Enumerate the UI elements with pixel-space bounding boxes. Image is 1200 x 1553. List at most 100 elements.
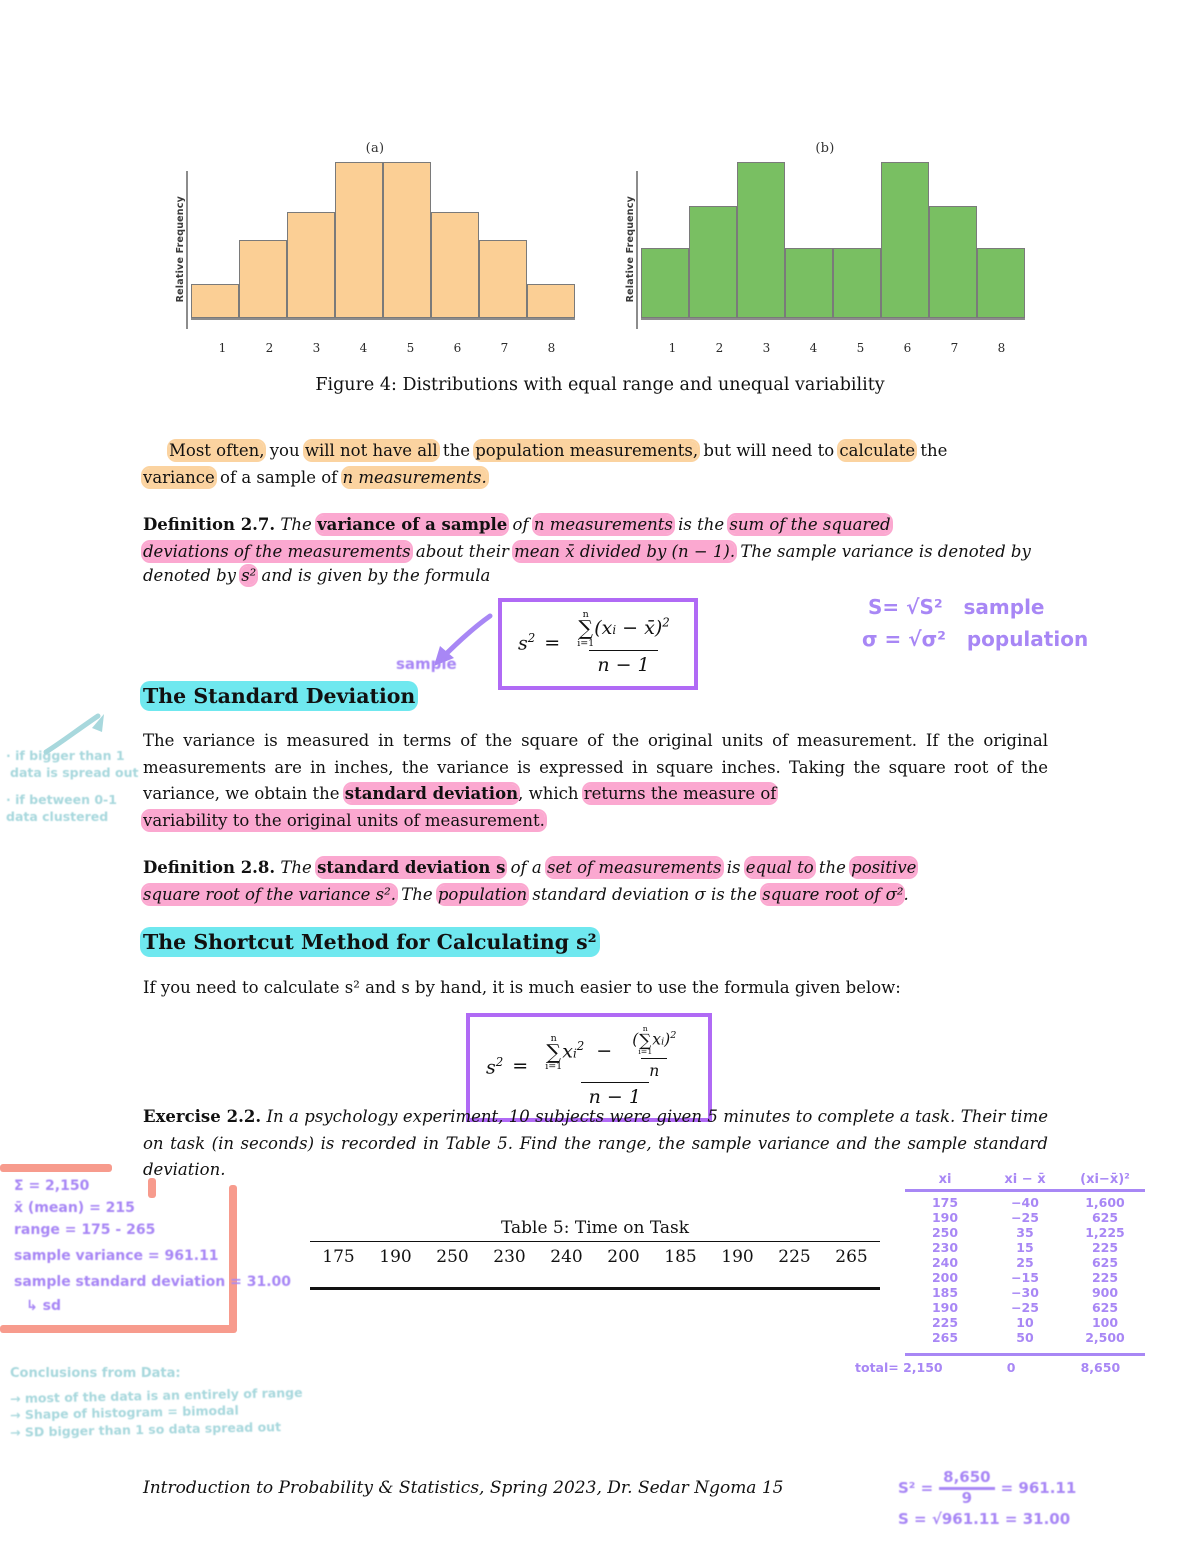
ht-r2-c2: −25 — [1011, 1210, 1039, 1225]
bar-a-7 — [479, 240, 527, 318]
table-row: 185 −30 900 — [905, 1285, 1145, 1300]
exercise-tag: Exercise 2.2. — [143, 1107, 262, 1126]
table-5-cell-3: 250 — [436, 1247, 469, 1267]
hl-square-root-variance: square root of the variance s². — [143, 884, 396, 904]
def-2-8-tag: Definition 2.8. — [143, 858, 276, 877]
formula1-fraction: n ∑ i=1 (xi − x̄)2 n − 1 — [569, 610, 678, 676]
table-row: 240 25 625 — [905, 1255, 1145, 1270]
histogram-a-ylabel: Relative Frequency — [175, 196, 186, 303]
ht-r2-c3: 625 — [1091, 1210, 1119, 1225]
hand-work-sample-variance: sample variance = 961.11 — [14, 1248, 219, 1264]
bar-a-5 — [383, 162, 431, 318]
hl-mean-divided-by: mean x̄ divided by (n − 1). — [514, 541, 736, 561]
hand-final-sd-calc: S = √961.11 = 31.00 — [898, 1510, 1071, 1528]
def-2-8-t1: The — [280, 858, 318, 877]
ht-total-dev: 0 — [1006, 1360, 1016, 1375]
table-row: 190 −25 625 — [905, 1210, 1145, 1225]
table-row: 265 50 2,500 — [905, 1330, 1145, 1345]
xtick-b-7: 7 — [950, 341, 959, 355]
bar-b-4 — [785, 247, 833, 318]
histogram-a: (a) Relative Frequency 1 2 3 4 5 6 7 8 — [175, 141, 575, 355]
hand-note-sample-sd: S= √S² sample — [868, 595, 1045, 619]
hand-final-num: 8,650 — [943, 1468, 991, 1486]
histogram-a-axis-line — [186, 170, 188, 329]
hl-most-often: Most often, — [169, 441, 265, 460]
ht-total-label: total= 2,150 — [855, 1360, 943, 1375]
section-standard-deviation: The Standard Deviation — [143, 684, 1048, 708]
ht-r3-c3: 1,225 — [1085, 1225, 1125, 1240]
xtick-b-4: 4 — [809, 341, 818, 355]
hl-population-measurements: population measurements, — [475, 441, 699, 460]
histogram-b-axis-line — [636, 170, 638, 329]
xtick-a-3: 3 — [312, 341, 321, 355]
hl-deviations-of-measurements: deviations of the measurements — [143, 541, 411, 561]
hand-calculation-table: xi xi − x̄ (xi−x̄)² 175 −40 1,600 190 −2… — [855, 1172, 1145, 1375]
hl-n-measurements: n measurements. — [342, 467, 487, 487]
table-5-cell-10: 265 — [835, 1247, 868, 1267]
hand-table-rule-bottom — [905, 1353, 1145, 1356]
hand-work-sum: Σ = 2,150 — [14, 1178, 90, 1194]
def-2-7-denoted: denoted by — [143, 566, 242, 586]
ht-r9-c2: 10 — [1016, 1315, 1034, 1330]
definition-2-7: Definition 2.7. The variance of a sample… — [143, 512, 1048, 590]
ht-r10-c1: 265 — [931, 1330, 959, 1345]
xtick-b-2: 2 — [715, 341, 724, 355]
ht-r10-c2: 50 — [1016, 1330, 1034, 1345]
histogram-b-xticks: 1 2 3 4 5 6 7 8 — [625, 341, 1025, 355]
table-row: 175 −40 1,600 — [905, 1195, 1145, 1210]
ht-r8-c2: −25 — [1011, 1300, 1039, 1315]
histogram-b-yaxis: Relative Frequency — [625, 162, 641, 337]
hl-s-squared: s² — [241, 566, 257, 586]
ht-r6-c1: 200 — [931, 1270, 959, 1285]
table-5-cell-2: 190 — [379, 1247, 412, 1267]
hand-work-sample-sd: sample standard deviation = 31.00 — [14, 1274, 291, 1290]
def-2-7-t8: about their — [410, 541, 515, 561]
formula2-fraction: n ∑ i=1 xi2 − (n ∑ i=1 xi)2 n n − 1 — [537, 1024, 692, 1107]
red-bracket-tick — [148, 1178, 156, 1198]
hand-margin-note-line3: · if between 0-1 — [6, 792, 117, 807]
ht-r7-c2: −30 — [1011, 1285, 1039, 1300]
formula2-lhs: s2 — [486, 1054, 504, 1079]
ht-r4-c1: 230 — [931, 1240, 959, 1255]
table-5: Table 5: Time on Task 175 190 250 230 24… — [310, 1218, 880, 1290]
hand-table-header-xi: xi — [938, 1172, 952, 1187]
hand-final-variance-calc: S² = 8,650 9 = 961.11 — [898, 1468, 1077, 1507]
formula2-inner-den: n — [641, 1057, 668, 1080]
xtick-b-6: 6 — [903, 341, 912, 355]
intro-paragraph: Most often, you will not have all the po… — [143, 438, 1048, 491]
hand-table-header-sq: (xi−x̄)² — [1080, 1172, 1130, 1187]
hand-table-rule-top — [905, 1189, 1145, 1192]
ht-r6-c2: −15 — [1011, 1270, 1039, 1285]
shortcut-body: If you need to calculate s² and s by han… — [143, 975, 1048, 1002]
histogram-a-bars — [191, 162, 575, 320]
shortcut-body-text: If you need to calculate s² and s by han… — [143, 978, 901, 997]
def-2-7-tag: Definition 2.7. — [143, 515, 276, 534]
hl-positive: positive — [851, 858, 917, 877]
txt-the-1: the — [437, 441, 476, 460]
def-2-8-t12: standard deviation σ is the — [527, 884, 763, 904]
hl-square-root-sigma: square root of σ² — [762, 884, 904, 904]
txt-of-a-sample-of: of a sample of — [214, 467, 343, 487]
variance-formula-box: s2 = n ∑ i=1 (xi − x̄)2 n − 1 — [498, 598, 698, 690]
hl-variance-of-a-sample: variance of a sample — [317, 515, 508, 534]
ht-r4-c2: 15 — [1016, 1240, 1034, 1255]
xtick-a-1: 1 — [218, 341, 227, 355]
ht-r3-c2: 35 — [1016, 1225, 1034, 1240]
formula2-equals: = — [512, 1055, 529, 1078]
def-2-7-t1: The — [280, 515, 318, 534]
hand-margin-note-line4: data clustered — [6, 809, 109, 824]
hand-final-result: = 961.11 — [1000, 1478, 1077, 1497]
ht-r5-c1: 240 — [931, 1255, 959, 1270]
hand-final-lhs: S² = — [898, 1478, 934, 1497]
xtick-b-8: 8 — [997, 341, 1006, 355]
def-2-8-t14: . — [903, 884, 909, 904]
ht-r2-c1: 190 — [931, 1210, 959, 1225]
ht-r4-c3: 225 — [1091, 1240, 1119, 1255]
txt-but-will-need: but will need to — [698, 441, 840, 460]
table-row: 225 10 100 — [905, 1315, 1145, 1330]
table-5-caption: Table 5: Time on Task — [500, 1218, 689, 1238]
hand-table-header-dev: xi − x̄ — [1004, 1172, 1046, 1187]
ht-r10-c3: 2,500 — [1085, 1330, 1125, 1345]
histogram-b-bars — [641, 162, 1025, 320]
def-2-7-t3: of — [507, 515, 534, 534]
